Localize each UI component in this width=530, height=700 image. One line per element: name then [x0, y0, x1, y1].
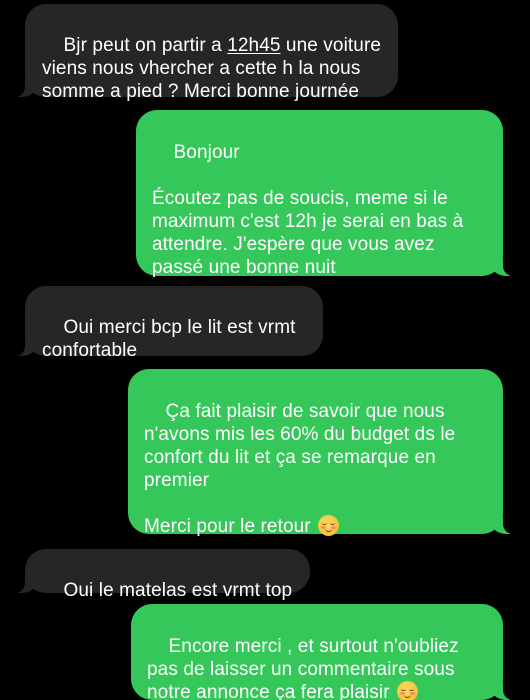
time-link[interactable]: 12h45	[227, 35, 280, 56]
smiling-face-emoji-icon	[318, 515, 340, 536]
received-message-bubble[interactable]: Bjr peut on partir a 12h45 une voiture v…	[15, 4, 398, 102]
received-message-bubble[interactable]: Oui merci bcp le lit est vrmt confortabl…	[15, 286, 323, 361]
smiling-face-emoji-icon	[397, 681, 419, 700]
message-text: Oui le matelas est vrmt top	[63, 580, 293, 601]
message-text: Bjr peut on partir a	[63, 35, 228, 56]
message-text: Bonjour Écoutez pas de soucis, meme si l…	[152, 142, 464, 278]
message-text: Ça fait plaisir de savoir que nous n'avo…	[144, 401, 456, 537]
sent-message-bubble[interactable]: Bonjour Écoutez pas de soucis, meme si l…	[136, 110, 513, 278]
sent-message-bubble[interactable]: Ça fait plaisir de savoir que nous n'avo…	[128, 369, 513, 537]
message-thread: Bjr peut on partir a 12h45 une voiture v…	[0, 0, 530, 700]
sent-message-bubble[interactable]: Encore merci , et surtout n'oubliez pas …	[131, 604, 513, 700]
message-text: Oui merci bcp le lit est vrmt confortabl…	[42, 317, 296, 361]
received-message-bubble[interactable]: Oui le matelas est vrmt top	[15, 549, 310, 601]
